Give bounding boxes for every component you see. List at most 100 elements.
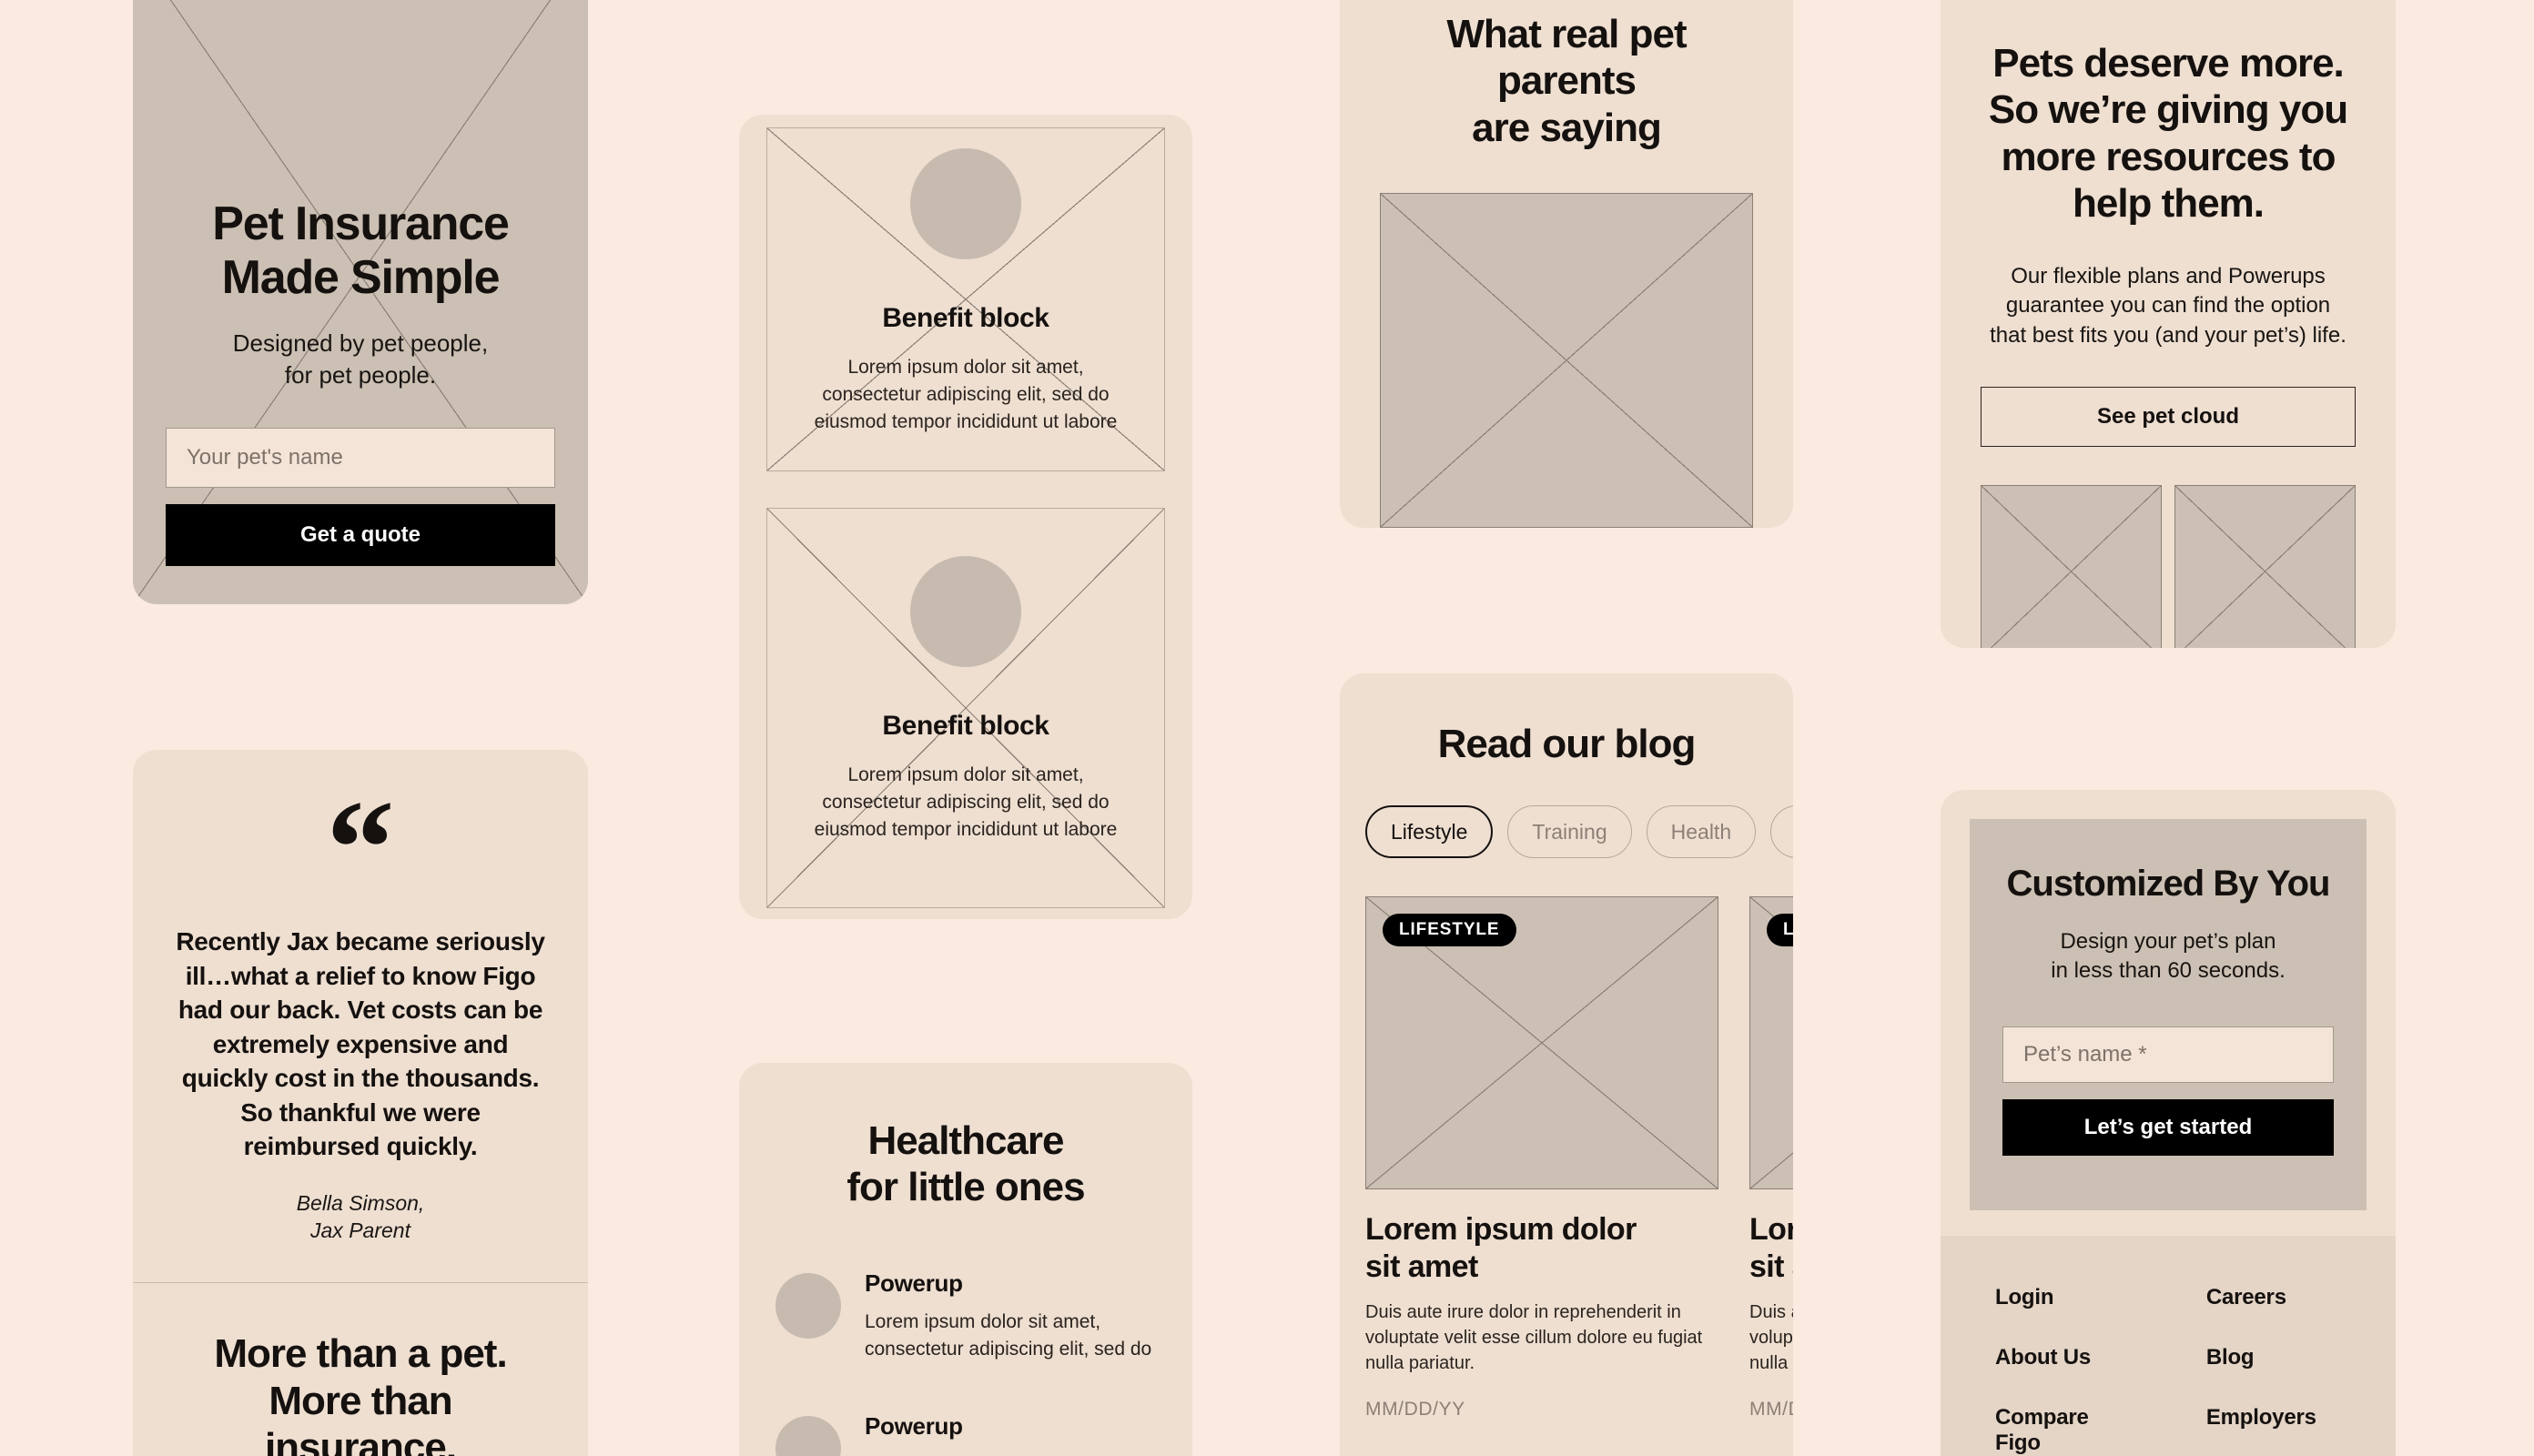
benefits-card: Benefit block Lorem ipsum dolor sit amet…	[739, 115, 1192, 919]
powerup-title-2: Powerup	[865, 1411, 963, 1440]
quote-line-2: ill…what a relief to know Figo	[185, 961, 536, 990]
blog-filter-training-label: Training	[1532, 819, 1607, 844]
blog-title: Read our blog	[1437, 722, 1697, 766]
quote-line-5: quickly cost in the thousands.	[181, 1064, 540, 1093]
customize-subtitle-line-2: in less than 60 seconds.	[2051, 958, 2286, 984]
blog-post-title-2-line-1: Lore	[1749, 1212, 1793, 1248]
customize-title: Customized By You	[2006, 864, 2331, 904]
blog-post-title-1-line-1: Lorem ipsum dolor	[1365, 1212, 1637, 1248]
blog-filter-list: Lifestyle Training Health Sto	[1340, 805, 1793, 859]
blog-post-list: LIFESTYLE Lorem ipsum dolor sit amet Dui…	[1340, 896, 1793, 1420]
quote-line-7: reimbursed quickly.	[243, 1132, 478, 1161]
resources-body-line-2: guarantee you can find the option	[2005, 293, 2331, 318]
customize-pet-name-placeholder: Pet’s name *	[2023, 1041, 2147, 1067]
resources-title-line-1: Pets deserve more.	[1992, 41, 2345, 86]
quote-mark-icon: “	[326, 773, 395, 924]
blog-post-title-2: Lore sit a	[1749, 1211, 1793, 1284]
resources-title-line-2: So we’re giving you	[1988, 87, 2348, 133]
hero-subtitle: Designed by pet people, for pet people.	[166, 328, 555, 391]
blog-filter-stories[interactable]: Sto	[1770, 805, 1793, 859]
blog-filter-lifestyle-label: Lifestyle	[1391, 819, 1468, 844]
lets-get-started-label: Let’s get started	[2083, 1114, 2253, 1139]
benefit-body-2-line-2: consectetur adipiscing elit, sed do	[822, 791, 1110, 813]
resources-image-placeholder-1	[1981, 485, 2162, 648]
quote-line-4: extremely expensive and	[212, 1029, 509, 1058]
customize-panel: Customized By You Design your pet’s plan…	[1970, 819, 2367, 1210]
benefit-icon-placeholder-1	[910, 148, 1021, 259]
blog-post-excerpt-2-line-1: Duis au	[1749, 1301, 1793, 1322]
powerup-body-1: Lorem ipsum dolor sit amet, consectetur …	[865, 1309, 1151, 1363]
testimonial-author-role: Jax Parent	[310, 1218, 411, 1242]
benefit-body-1-line-1: Lorem ipsum dolor sit amet,	[847, 357, 1084, 378]
quote-line-6: So thankful we were	[240, 1097, 481, 1127]
resources-card: Pets deserve more. So we’re giving you m…	[1941, 0, 2396, 648]
resources-body: Our flexible plans and Powerups guarante…	[1981, 262, 2356, 350]
reviews-title-line-1: What real pet parents	[1446, 12, 1687, 104]
benefit-block-title-2: Benefit block	[882, 711, 1049, 741]
blog-post-card-2[interactable]: LIF Lore sit a Duis au volupta nulla p M…	[1749, 896, 1793, 1420]
quote-line-1: Recently Jax became seriously	[176, 927, 545, 956]
blog-post-title-1-line-2: sit amet	[1365, 1249, 1478, 1284]
blog-card: Read our blog Lifestyle Training Health …	[1340, 673, 1793, 1456]
blog-filter-training[interactable]: Training	[1507, 805, 1632, 859]
blog-post-title-2-line-2: sit a	[1749, 1249, 1793, 1284]
blog-post-date-1: MM/DD/YY	[1365, 1398, 1465, 1420]
testimonial-author-name: Bella Simson,	[296, 1190, 425, 1215]
powerup-body-1-line-2: consectetur adipiscing elit, sed do	[865, 1338, 1152, 1360]
blog-post-excerpt-1-line-2: voluptate velit esse cillum dolore eu fu…	[1365, 1328, 1703, 1349]
benefit-block-body-2: Lorem ipsum dolor sit amet, consectetur …	[815, 762, 1118, 843]
healthcare-title-line-2: for little ones	[846, 1165, 1085, 1210]
blog-filter-health[interactable]: Health	[1646, 805, 1757, 859]
resources-gallery	[1941, 485, 2396, 648]
see-pet-cloud-button[interactable]: See pet cloud	[1981, 387, 2356, 448]
customize-subtitle: Design your pet’s plan in less than 60 s…	[2002, 927, 2334, 986]
resources-body-line-1: Our flexible plans and Powerups	[2011, 263, 2326, 288]
testimonial-attribution: Bella Simson, Jax Parent	[169, 1189, 552, 1245]
more-than-pet-title-line-1: More than a pet.	[214, 1331, 507, 1377]
pet-name-input[interactable]: Your pet's name	[166, 428, 555, 488]
quote-line-3: had our back. Vet costs can be	[177, 996, 543, 1025]
benefit-block-body-1: Lorem ipsum dolor sit amet, consectetur …	[815, 354, 1118, 435]
footer-link-compare-figo[interactable]: Compare Figo	[1995, 1405, 2106, 1456]
blog-post-image-2: LIF	[1749, 896, 1793, 1190]
blog-post-tag-2: LIF	[1767, 914, 1793, 947]
get-a-quote-button[interactable]: Get a quote	[166, 504, 555, 566]
hero-title-line-2: Made Simple	[221, 250, 501, 304]
resources-body-line-3: that best fits you (and your pet’s) life…	[1990, 322, 2346, 348]
lets-get-started-button[interactable]: Let’s get started	[2002, 1098, 2334, 1156]
more-than-pet-title: More than a pet. More than insurance.	[169, 1330, 552, 1456]
hero-card: Pet Insurance Made Simple Designed by pe…	[133, 0, 588, 604]
powerup-item-2: Powerup	[775, 1412, 1156, 1456]
blog-filter-lifestyle[interactable]: Lifestyle	[1365, 805, 1494, 859]
footer-column-right: Careers Blog Employers Veterinarians	[2206, 1285, 2341, 1456]
more-than-pet-title-line-2: More than insurance.	[264, 1378, 457, 1456]
blog-post-excerpt-2: Duis au volupta nulla p	[1749, 1299, 1793, 1377]
customize-subtitle-line-1: Design your pet’s plan	[2060, 928, 2276, 954]
benefit-body-2-line-1: Lorem ipsum dolor sit amet,	[847, 764, 1084, 785]
reviews-title-line-2: are saying	[1472, 105, 1662, 150]
reviews-title: What real pet parents are saying	[1380, 11, 1753, 151]
footer-link-employers[interactable]: Employers	[2206, 1405, 2341, 1431]
healthcare-title: Healthcare for little ones	[775, 1117, 1156, 1211]
customize-pet-name-input[interactable]: Pet’s name *	[2002, 1026, 2334, 1083]
footer-column-left: Login About Us Compare Figo Dog Insuranc…	[1995, 1285, 2106, 1456]
powerup-body-1-line-1: Lorem ipsum dolor sit amet,	[865, 1310, 1101, 1332]
get-a-quote-label: Get a quote	[299, 522, 421, 547]
hero-title: Pet Insurance Made Simple	[166, 197, 555, 303]
footer-link-careers[interactable]: Careers	[2206, 1285, 2341, 1310]
benefit-body-1-line-2: consectetur adipiscing elit, sed do	[822, 383, 1110, 405]
footer-link-about-us[interactable]: About Us	[1995, 1345, 2106, 1370]
reviews-card: What real pet parents are saying	[1340, 0, 1793, 528]
resources-image-placeholder-2	[2174, 485, 2356, 648]
benefit-body-1-line-3: eiusmod tempor incididunt ut labore	[814, 410, 1118, 432]
blog-post-card-1[interactable]: LIFESTYLE Lorem ipsum dolor sit amet Dui…	[1365, 896, 1718, 1420]
pet-name-input-placeholder: Your pet's name	[187, 445, 343, 470]
benefit-block-title-1: Benefit block	[882, 303, 1049, 333]
blog-post-image-1: LIFESTYLE	[1365, 896, 1718, 1190]
testimonial-card: “ Recently Jax became seriously ill…what…	[133, 750, 588, 1456]
healthcare-card: Healthcare for little ones Powerup Lorem…	[739, 1063, 1192, 1456]
resources-title-line-3: more resources to	[2001, 134, 2336, 179]
resources-title: Pets deserve more. So we’re giving you m…	[1981, 40, 2356, 228]
footer-link-blog[interactable]: Blog	[2206, 1345, 2341, 1370]
footer-link-login[interactable]: Login	[1995, 1285, 2106, 1310]
